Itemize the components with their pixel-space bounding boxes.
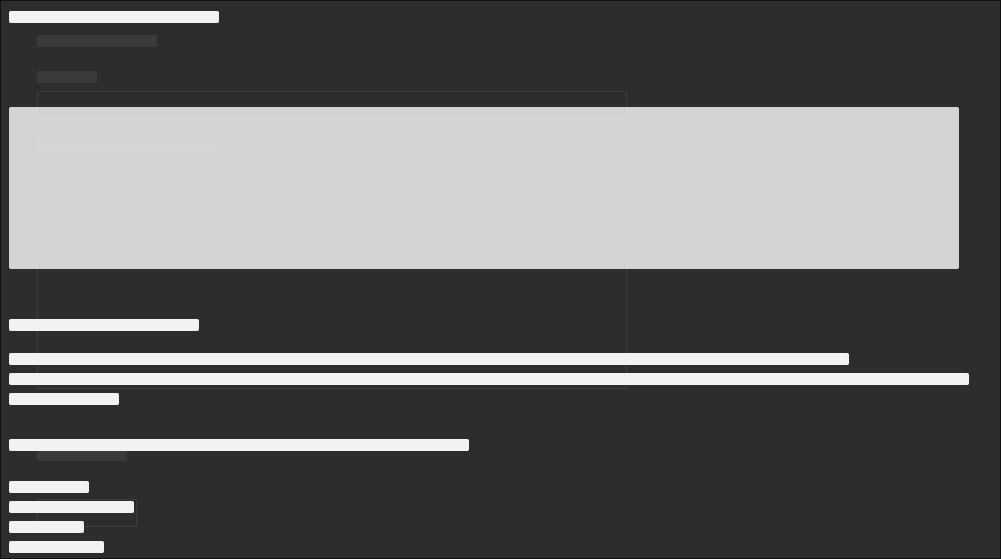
banner-art (9, 107, 959, 269)
list-item (9, 521, 84, 533)
text-line (9, 393, 119, 405)
terminal-window (0, 0, 1001, 559)
text-line (9, 353, 849, 365)
text-line (9, 373, 969, 385)
list-item (9, 541, 104, 553)
text-line (9, 319, 199, 331)
text-line (9, 439, 469, 451)
terminal-output (9, 7, 989, 553)
list-item (9, 481, 89, 493)
list-item (9, 501, 134, 513)
command-line (9, 11, 219, 23)
